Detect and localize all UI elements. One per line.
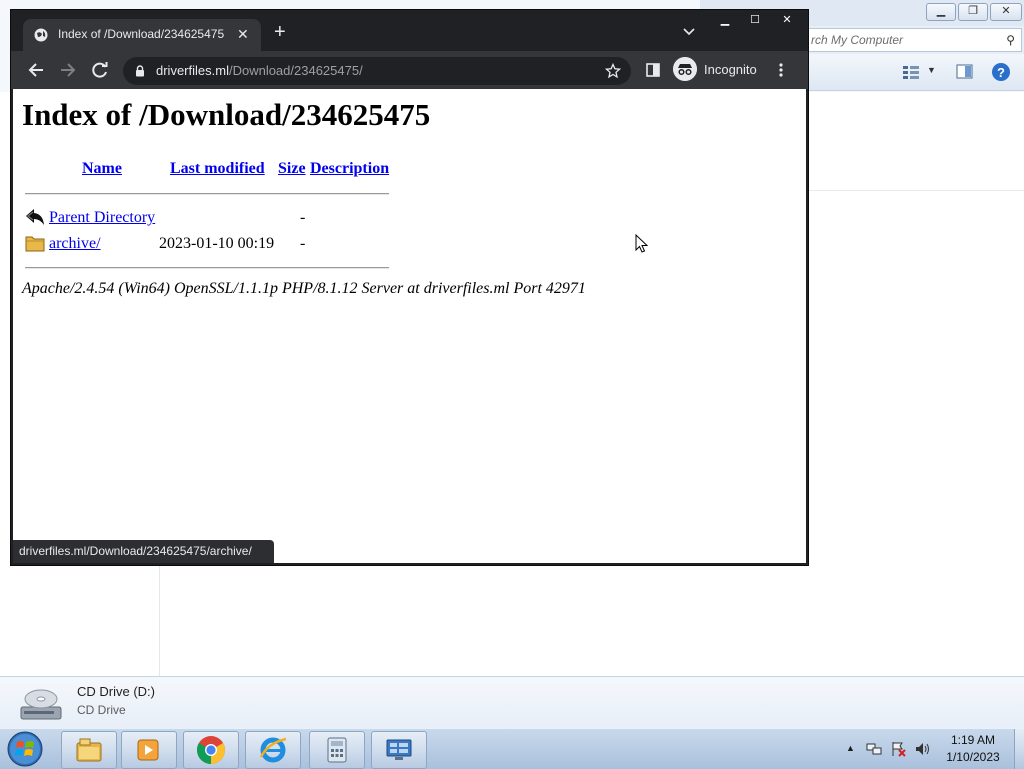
details-pane: CD Drive (D:) CD Drive: [0, 676, 1024, 729]
forward-arrow-icon[interactable]: [59, 61, 77, 79]
network-icon[interactable]: [866, 741, 882, 757]
url-host: driverfiles.ml: [156, 63, 229, 78]
taskbar-calculator[interactable]: [309, 731, 365, 769]
view-options-icon[interactable]: [902, 64, 920, 80]
action-center-flag-icon[interactable]: [890, 741, 906, 757]
more-menu-icon[interactable]: [779, 63, 783, 77]
column-size-link[interactable]: Size: [278, 160, 306, 178]
media-player-icon: [137, 739, 159, 761]
side-panel-icon[interactable]: [646, 63, 660, 77]
remote-desktop-icon: [386, 739, 412, 760]
lock-icon[interactable]: [135, 65, 145, 77]
browser-tab[interactable]: Index of /Download/234625475 ✕: [23, 19, 261, 51]
page-content: Index of /Download/234625475 Name Last m…: [13, 89, 806, 563]
address-bar[interactable]: driverfiles.ml/Download/234625475/: [123, 57, 631, 85]
incognito-label: Incognito: [704, 62, 757, 77]
chevron-down-icon[interactable]: ▼: [927, 65, 936, 75]
start-button[interactable]: [5, 730, 45, 768]
globe-icon: [34, 28, 48, 42]
column-last-modified-link[interactable]: Last modified: [170, 160, 265, 178]
row-size: -: [300, 209, 306, 226]
navigation-bar: driverfiles.ml/Download/234625475/ Incog…: [11, 51, 808, 89]
show-desktop-button[interactable]: [1014, 729, 1024, 769]
volume-icon[interactable]: [914, 741, 930, 757]
taskbar-internet-explorer[interactable]: [245, 731, 301, 769]
tab-search-icon[interactable]: [683, 26, 695, 38]
cd-drive-icon: [20, 689, 62, 720]
bookmark-star-icon[interactable]: [605, 63, 621, 79]
search-placeholder: rch My Computer: [811, 33, 904, 47]
server-signature: Apache/2.4.54 (Win64) OpenSSL/1.1.1p PHP…: [22, 280, 586, 297]
column-name-link[interactable]: Name: [82, 160, 122, 178]
maximize-button[interactable]: ☐: [742, 12, 768, 28]
minimize-button[interactable]: ▁: [712, 12, 738, 28]
drive-name: CD Drive (D:): [77, 684, 155, 699]
taskbar-chrome[interactable]: [183, 731, 239, 769]
close-button[interactable]: ✕: [990, 3, 1022, 21]
mouse-cursor-icon: [635, 234, 649, 253]
archive-folder-link[interactable]: archive/: [49, 235, 101, 253]
url-path: /Download/234625475/: [228, 63, 363, 78]
column-description-link[interactable]: Description: [310, 160, 389, 178]
row-last-modified: 2023-01-10 00:19: [159, 235, 275, 252]
file-explorer-icon: [76, 738, 102, 762]
row-size: -: [300, 235, 306, 252]
page-title: Index of /Download/234625475: [22, 97, 431, 132]
calculator-icon: [327, 737, 347, 763]
minimize-button[interactable]: ▁: [926, 3, 956, 21]
tab-title: Index of /Download/234625475: [58, 27, 225, 41]
search-icon[interactable]: ⚲: [1006, 33, 1015, 47]
show-hidden-icons-button[interactable]: ▲: [846, 743, 855, 753]
taskbar-media-player[interactable]: [121, 731, 177, 769]
divider: [25, 267, 389, 269]
link-status-bubble: driverfiles.ml/Download/234625475/archiv…: [13, 540, 274, 563]
restore-button[interactable]: ❐: [958, 3, 988, 21]
drive-type: CD Drive: [77, 703, 126, 717]
browser-window: ▁ ☐ ✕ Index of /Download/234625475 ✕ + d…: [11, 10, 808, 565]
incognito-icon: [673, 57, 697, 81]
chrome-icon: [197, 736, 225, 764]
url-text[interactable]: driverfiles.ml/Download/234625475/: [156, 63, 363, 78]
help-icon[interactable]: ?: [991, 62, 1011, 82]
search-input[interactable]: rch My Computer ⚲: [808, 28, 1022, 52]
folder-icon: [25, 236, 45, 252]
taskbar: ▲ 1:19 AM 1/10/2023: [0, 728, 1024, 769]
new-tab-button[interactable]: +: [274, 22, 286, 42]
parent-directory-link[interactable]: Parent Directory: [49, 209, 155, 227]
explorer-search-row: rch My Computer ⚲: [808, 26, 1024, 54]
reload-icon[interactable]: [91, 61, 109, 79]
taskbar-remote-desktop[interactable]: [371, 731, 427, 769]
taskbar-file-explorer[interactable]: [61, 731, 117, 769]
clock-time[interactable]: 1:19 AM: [940, 733, 1006, 747]
divider: [808, 190, 1024, 191]
divider: [25, 193, 389, 195]
back-arrow-icon[interactable]: [27, 61, 45, 79]
clock-date[interactable]: 1/10/2023: [940, 750, 1006, 764]
internet-explorer-icon: [259, 737, 287, 763]
close-button[interactable]: ✕: [774, 12, 800, 28]
tab-close-icon[interactable]: ✕: [237, 26, 249, 43]
explorer-toolbar: ▼ ?: [808, 54, 1024, 91]
preview-pane-icon[interactable]: [956, 64, 974, 80]
svg-text:?: ?: [997, 65, 1005, 80]
back-arrow-icon: [26, 209, 44, 225]
